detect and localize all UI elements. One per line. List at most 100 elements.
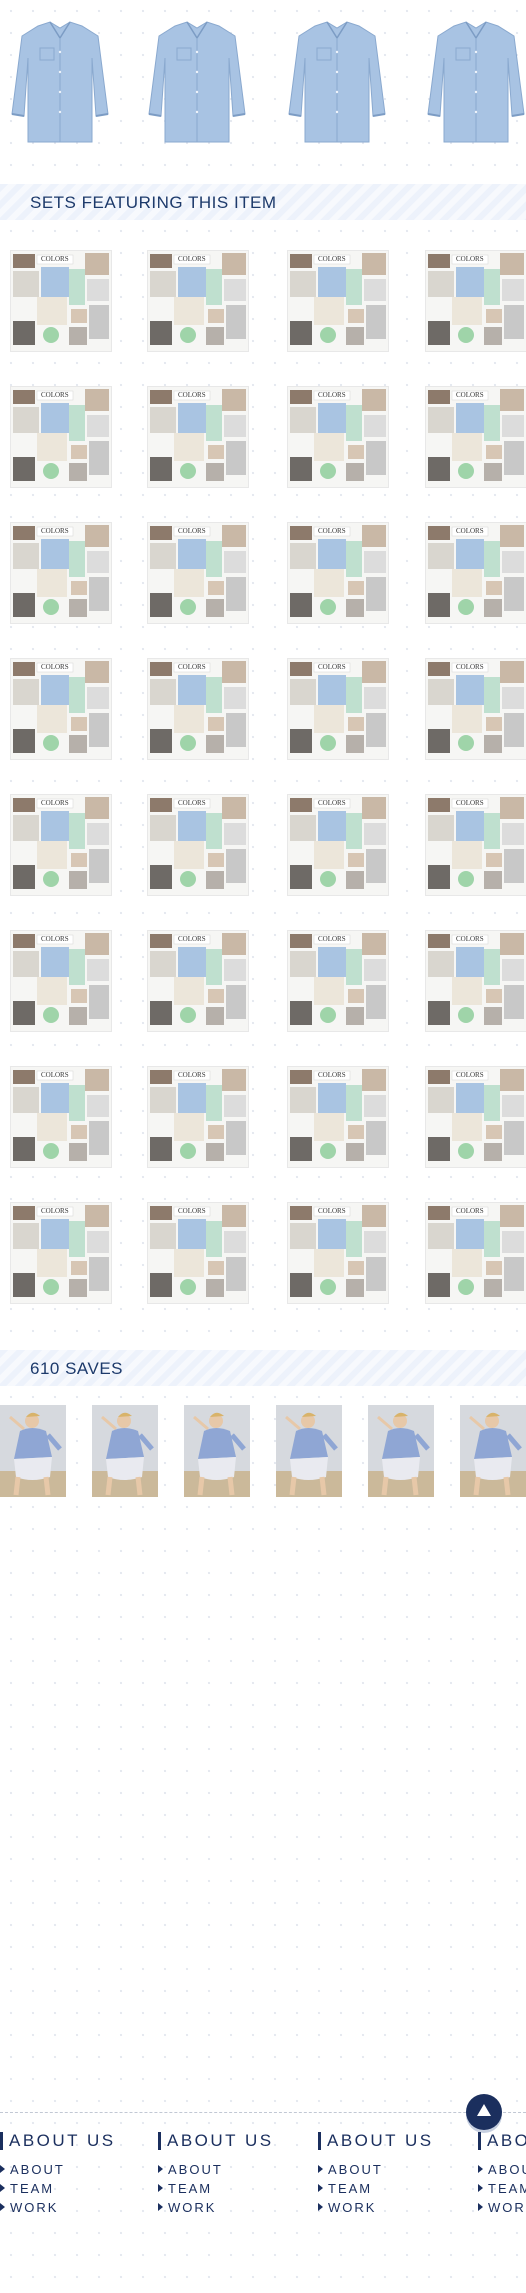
set-collage-card[interactable]: COLORS bbox=[287, 794, 389, 896]
collage-label: COLORS bbox=[456, 663, 484, 671]
footer-link-about[interactable]: ABOUT bbox=[158, 2160, 318, 2179]
set-collage-card[interactable]: COLORS bbox=[147, 930, 249, 1032]
collage-label: COLORS bbox=[178, 799, 206, 807]
set-collage-card[interactable]: COLORS bbox=[425, 1066, 526, 1168]
collage-label: COLORS bbox=[318, 663, 346, 671]
shirt-thumbnail[interactable] bbox=[424, 18, 526, 148]
collage-label: COLORS bbox=[41, 663, 69, 671]
footer-column: ABOUT US ABOUT TEAM WORK bbox=[478, 2132, 526, 2217]
caret-right-icon bbox=[478, 2203, 483, 2211]
saver-avatar-image[interactable] bbox=[184, 1405, 250, 1497]
collage-label: COLORS bbox=[41, 799, 69, 807]
shirt-thumbnail[interactable] bbox=[145, 18, 249, 148]
set-collage-card[interactable]: COLORS bbox=[10, 1066, 112, 1168]
back-to-top-button[interactable] bbox=[466, 2094, 502, 2130]
set-collage-card[interactable]: COLORS bbox=[10, 930, 112, 1032]
collage-label: COLORS bbox=[456, 1207, 484, 1215]
footer-link-team[interactable]: TEAM bbox=[478, 2179, 526, 2198]
footer-column: ABOUT US ABOUT TEAM WORK bbox=[158, 2132, 318, 2217]
saves-section-title: 610 SAVES bbox=[30, 1359, 124, 1378]
caret-right-icon bbox=[0, 2203, 5, 2211]
set-collage-card[interactable]: COLORS bbox=[10, 250, 112, 352]
footer-link-work[interactable]: WORK bbox=[0, 2198, 160, 2217]
set-collage-card[interactable]: COLORS bbox=[147, 794, 249, 896]
footer-divider bbox=[0, 2112, 526, 2113]
collage-label: COLORS bbox=[178, 1207, 206, 1215]
collage-label: COLORS bbox=[318, 391, 346, 399]
collage-label: COLORS bbox=[318, 935, 346, 943]
set-collage-card[interactable]: COLORS bbox=[287, 522, 389, 624]
set-collage-card[interactable]: COLORS bbox=[287, 250, 389, 352]
shirt-thumbnail[interactable] bbox=[8, 18, 112, 148]
set-collage-card[interactable]: COLORS bbox=[10, 386, 112, 488]
caret-right-icon bbox=[478, 2184, 483, 2192]
set-collage-card[interactable]: COLORS bbox=[147, 1202, 249, 1304]
set-collage-card[interactable]: COLORS bbox=[287, 1066, 389, 1168]
footer-link-team[interactable]: TEAM bbox=[158, 2179, 318, 2198]
set-collage-card[interactable]: COLORS bbox=[425, 658, 526, 760]
footer-link-work[interactable]: WORK bbox=[158, 2198, 318, 2217]
set-collage-card[interactable]: COLORS bbox=[287, 658, 389, 760]
collage-label: COLORS bbox=[41, 1071, 69, 1079]
set-collage-card[interactable]: COLORS bbox=[147, 250, 249, 352]
set-collage-card[interactable]: COLORS bbox=[10, 658, 112, 760]
set-collage-card[interactable]: COLORS bbox=[10, 794, 112, 896]
saver-avatar-image[interactable] bbox=[0, 1405, 66, 1497]
saves-row bbox=[0, 1405, 526, 1500]
collage-label: COLORS bbox=[41, 935, 69, 943]
collage-label: COLORS bbox=[178, 1071, 206, 1079]
shirt-thumbnail[interactable] bbox=[285, 18, 389, 148]
set-collage-card[interactable]: COLORS bbox=[425, 386, 526, 488]
saver-avatar-image[interactable] bbox=[460, 1405, 526, 1497]
set-collage-card[interactable]: COLORS bbox=[425, 930, 526, 1032]
caret-right-icon bbox=[158, 2165, 163, 2173]
set-collage-card[interactable]: COLORS bbox=[147, 658, 249, 760]
collage-label: COLORS bbox=[178, 391, 206, 399]
set-collage-card[interactable]: COLORS bbox=[425, 1202, 526, 1304]
caret-right-icon bbox=[478, 2165, 483, 2173]
collage-label: COLORS bbox=[456, 255, 484, 263]
footer-link-about[interactable]: ABOUT bbox=[0, 2160, 160, 2179]
collage-label: COLORS bbox=[456, 799, 484, 807]
saver-avatar-image[interactable] bbox=[276, 1405, 342, 1497]
set-collage-card[interactable]: COLORS bbox=[10, 522, 112, 624]
footer-heading: ABOUT US bbox=[318, 2132, 478, 2150]
collage-label: COLORS bbox=[456, 935, 484, 943]
collage-label: COLORS bbox=[318, 1207, 346, 1215]
arrow-up-icon bbox=[477, 2104, 491, 2116]
set-collage-card[interactable]: COLORS bbox=[287, 1202, 389, 1304]
sets-grid: COLORS COLORS COLORS COLORS COLORS COLOR… bbox=[0, 250, 526, 1310]
collage-label: COLORS bbox=[41, 391, 69, 399]
collage-label: COLORS bbox=[456, 1071, 484, 1079]
set-collage-card[interactable]: COLORS bbox=[147, 386, 249, 488]
product-image-row bbox=[0, 18, 526, 153]
caret-right-icon bbox=[158, 2203, 163, 2211]
saver-avatar-image[interactable] bbox=[92, 1405, 158, 1497]
set-collage-card[interactable]: COLORS bbox=[425, 794, 526, 896]
set-collage-card[interactable]: COLORS bbox=[147, 522, 249, 624]
footer-link-about[interactable]: ABOUT bbox=[318, 2160, 478, 2179]
collage-label: COLORS bbox=[178, 935, 206, 943]
footer-link-team[interactable]: TEAM bbox=[318, 2179, 478, 2198]
collage-label: COLORS bbox=[178, 527, 206, 535]
collage-label: COLORS bbox=[41, 255, 69, 263]
set-collage-card[interactable]: COLORS bbox=[147, 1066, 249, 1168]
collage-label: COLORS bbox=[41, 1207, 69, 1215]
sets-section-title: SETS FEATURING THIS ITEM bbox=[30, 193, 277, 212]
set-collage-card[interactable]: COLORS bbox=[10, 1202, 112, 1304]
saves-section-header: 610 SAVES bbox=[0, 1350, 526, 1386]
set-collage-card[interactable]: COLORS bbox=[425, 250, 526, 352]
saver-avatar-image[interactable] bbox=[368, 1405, 434, 1497]
footer-column: ABOUT US ABOUT TEAM WORK bbox=[318, 2132, 478, 2217]
footer-heading: ABOUT US bbox=[478, 2132, 526, 2150]
caret-right-icon bbox=[318, 2184, 323, 2192]
set-collage-card[interactable]: COLORS bbox=[287, 386, 389, 488]
caret-right-icon bbox=[318, 2165, 323, 2173]
footer-link-work[interactable]: WORK bbox=[478, 2198, 526, 2217]
caret-right-icon bbox=[0, 2165, 5, 2173]
footer-link-about[interactable]: ABOUT bbox=[478, 2160, 526, 2179]
footer-link-work[interactable]: WORK bbox=[318, 2198, 478, 2217]
set-collage-card[interactable]: COLORS bbox=[425, 522, 526, 624]
set-collage-card[interactable]: COLORS bbox=[287, 930, 389, 1032]
footer-link-team[interactable]: TEAM bbox=[0, 2179, 160, 2198]
